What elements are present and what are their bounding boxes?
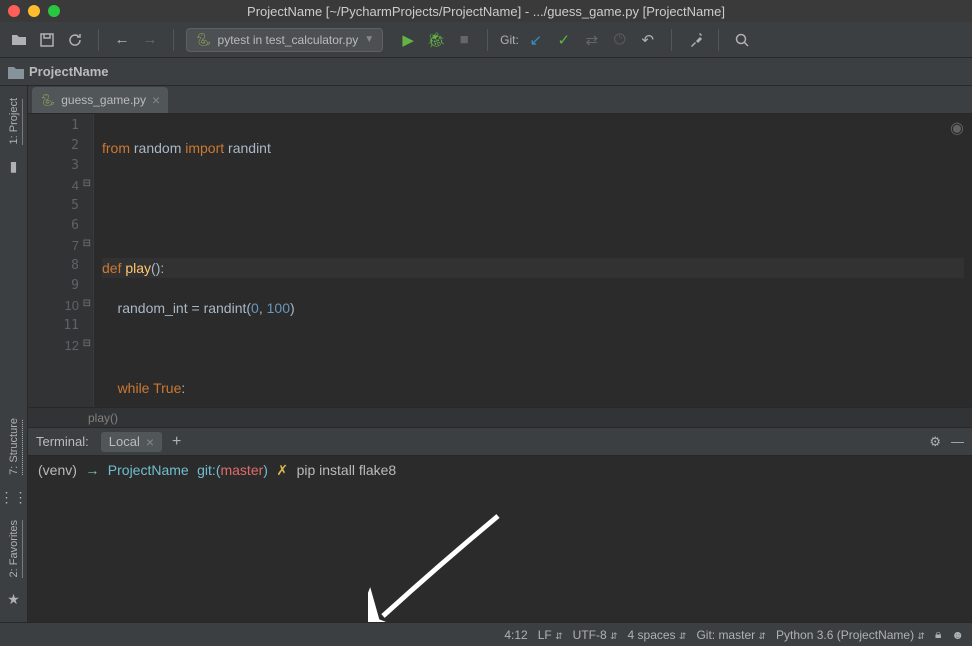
git-compare-icon[interactable]: ⇄: [581, 29, 603, 51]
main-toolbar: ← → 🐍︎ pytest in test_calculator.py ▼ ▶ …: [0, 22, 972, 58]
editor-tab-label: guess_game.py: [61, 93, 146, 107]
line-number: 10⊟: [28, 298, 93, 318]
window-controls: [8, 5, 60, 17]
debug-icon[interactable]: 🐞︎: [425, 29, 447, 51]
close-terminal-tab-icon[interactable]: ×: [146, 434, 154, 450]
close-window-button[interactable]: [8, 5, 20, 17]
breadcrumb-function: play(): [88, 411, 118, 425]
fold-icon[interactable]: ⊟: [83, 178, 91, 189]
window-title: ProjectName [~/PycharmProjects/ProjectNa…: [247, 4, 725, 19]
fold-icon[interactable]: ⊟: [83, 298, 91, 309]
structure-icon[interactable]: ⋮⋮: [0, 489, 28, 506]
terminal-settings-icon[interactable]: ⚙: [929, 434, 941, 450]
open-icon[interactable]: [8, 29, 30, 51]
status-position[interactable]: 4:12: [504, 628, 527, 642]
terminal-panel: Terminal: Local × + ⚙ — (venv) → Project…: [28, 427, 972, 622]
breadcrumb-project: ProjectName: [29, 64, 108, 79]
terminal-tab-local[interactable]: Local ×: [101, 432, 162, 452]
line-number: 4⊟: [28, 178, 93, 198]
status-hector-icon[interactable]: ☻: [951, 628, 964, 642]
editor-tabs: 🐍︎ guess_game.py ×: [28, 86, 972, 114]
line-number: 6: [28, 218, 93, 238]
search-icon[interactable]: [731, 29, 753, 51]
titlebar: ProjectName [~/PycharmProjects/ProjectNa…: [0, 0, 972, 22]
editor-body[interactable]: 1 2 3 4⊟ 5 6 7⊟ 8 9 10⊟ 11 12⊟ from rand…: [28, 114, 972, 407]
git-commit-icon[interactable]: ✓: [553, 29, 575, 51]
run-configuration-selector[interactable]: 🐍︎ pytest in test_calculator.py ▼: [186, 28, 383, 52]
editor-gutter: 1 2 3 4⊟ 5 6 7⊟ 8 9 10⊟ 11 12⊟: [28, 114, 94, 407]
git-history-icon[interactable]: 🕑︎: [609, 29, 631, 51]
navigation-bar: ProjectName: [0, 58, 972, 86]
run-icon[interactable]: ▶: [397, 29, 419, 51]
line-number: 3: [28, 158, 93, 178]
line-number: 8: [28, 258, 93, 278]
terminal-title: Terminal:: [36, 434, 89, 449]
line-number: 2: [28, 138, 93, 158]
fold-icon[interactable]: ⊟: [83, 238, 91, 249]
left-sidebar: 1: Project ▮ 7: Structure ⋮⋮ 2: Favorite…: [0, 86, 28, 622]
annotation-arrow: [368, 506, 508, 626]
status-line-separator[interactable]: LF ⇵: [538, 628, 563, 642]
project-view-icon[interactable]: ▮: [10, 158, 18, 175]
save-icon[interactable]: [36, 29, 58, 51]
chevron-down-icon: ▼: [364, 34, 374, 45]
python-icon: 🐍︎: [195, 32, 212, 48]
sidebar-structure[interactable]: 7: Structure: [8, 418, 20, 475]
status-lock-icon[interactable]: 🔒︎: [935, 627, 941, 642]
editor-tab-guess-game[interactable]: 🐍︎ guess_game.py ×: [32, 87, 168, 113]
fold-icon[interactable]: ⊟: [83, 338, 91, 349]
main-area: 1: Project ▮ 7: Structure ⋮⋮ 2: Favorite…: [0, 86, 972, 622]
hide-terminal-icon[interactable]: —: [951, 434, 964, 450]
inspections-icon[interactable]: ◉: [950, 118, 964, 138]
forward-icon[interactable]: →: [139, 29, 161, 51]
line-number: 11: [28, 318, 93, 338]
line-number: 1: [28, 118, 93, 138]
run-config-label: pytest in test_calculator.py: [218, 33, 359, 47]
status-indent[interactable]: 4 spaces ⇵: [628, 628, 687, 642]
status-encoding[interactable]: UTF-8 ⇵: [573, 628, 618, 642]
stop-icon[interactable]: ■: [453, 29, 475, 51]
back-icon[interactable]: ←: [111, 29, 133, 51]
terminal-header: Terminal: Local × + ⚙ —: [28, 428, 972, 456]
code-area[interactable]: from random import randint def play(): r…: [94, 114, 972, 407]
line-number: 5: [28, 198, 93, 218]
maximize-window-button[interactable]: [48, 5, 60, 17]
git-update-icon[interactable]: ↙: [525, 29, 547, 51]
line-number: 12⊟: [28, 338, 93, 358]
line-number: 7⊟: [28, 238, 93, 258]
code-breadcrumb[interactable]: play(): [28, 407, 972, 427]
refresh-icon[interactable]: [64, 29, 86, 51]
git-revert-icon[interactable]: ↶: [637, 29, 659, 51]
minimize-window-button[interactable]: [28, 5, 40, 17]
settings-icon[interactable]: [684, 29, 706, 51]
sidebar-project[interactable]: 1: Project: [8, 98, 20, 144]
editor-area: 🐍︎ guess_game.py × 1 2 3 4⊟ 5 6 7⊟ 8 9 1…: [28, 86, 972, 622]
python-file-icon: 🐍︎: [40, 93, 55, 107]
favorites-icon[interactable]: ★: [7, 591, 20, 608]
add-terminal-tab-icon[interactable]: +: [172, 433, 181, 451]
terminal-body[interactable]: (venv) → ProjectName git:(master) ✗ pip …: [28, 456, 972, 622]
close-tab-icon[interactable]: ×: [152, 92, 160, 108]
status-git[interactable]: Git: master ⇵: [696, 628, 766, 642]
line-number: 9: [28, 278, 93, 298]
folder-icon: [8, 65, 24, 79]
status-line: 4:12 LF ⇵ UTF-8 ⇵ 4 spaces ⇵ Git: master…: [0, 622, 972, 646]
status-interpreter[interactable]: Python 3.6 (ProjectName) ⇵: [776, 628, 925, 642]
sidebar-favorites[interactable]: 2: Favorites: [8, 520, 20, 577]
terminal-tab-label: Local: [109, 434, 140, 449]
breadcrumb-root[interactable]: ProjectName: [8, 64, 108, 79]
git-label: Git:: [500, 33, 519, 47]
